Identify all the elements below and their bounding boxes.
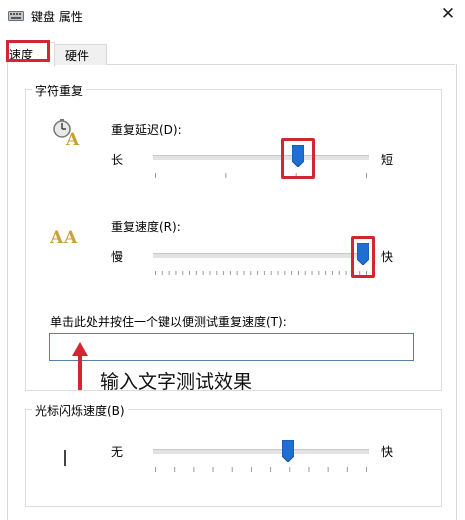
repeat-rate-label: 重复速度(R): bbox=[111, 220, 181, 234]
character-repeat-title: 字符重复 bbox=[32, 82, 87, 99]
repeat-delay-thumb-highlight bbox=[280, 138, 315, 179]
svg-text:A: A bbox=[50, 228, 64, 247]
repeat-delay-slider-track[interactable] bbox=[153, 155, 369, 160]
cursor-blink-max-label: 快 bbox=[381, 445, 394, 459]
arrow-up-icon bbox=[72, 342, 88, 390]
repeat-delay-max-label: 短 bbox=[381, 153, 394, 167]
close-icon[interactable]: ✕ bbox=[438, 4, 458, 24]
repeat-rate-slider-track[interactable] bbox=[153, 253, 369, 258]
repeat-test-label: 单击此处并按住一个键以便测试重复速度(T): bbox=[50, 315, 287, 329]
repeat-test-input[interactable] bbox=[49, 333, 414, 361]
repeat-delay-icon: A bbox=[52, 117, 82, 150]
repeat-delay-label: 重复延迟(D): bbox=[111, 123, 182, 137]
cursor-blink-min-label: 无 bbox=[111, 445, 124, 459]
repeat-rate-tick-marks bbox=[155, 266, 367, 275]
repeat-delay-tick-marks bbox=[155, 168, 367, 178]
svg-text:A: A bbox=[65, 130, 80, 149]
cursor-blink-tick-marks bbox=[155, 462, 367, 472]
cursor-blink-title: 光标闪烁速度(B) bbox=[32, 402, 128, 419]
tab-speed-highlight bbox=[6, 40, 50, 62]
cursor-blink-slider-track[interactable] bbox=[153, 449, 369, 454]
repeat-rate-icon: A A bbox=[49, 225, 84, 248]
repeat-delay-min-label: 长 bbox=[111, 153, 124, 167]
repeat-rate-min-label: 慢 bbox=[111, 250, 124, 264]
cursor-sample bbox=[64, 450, 66, 466]
repeat-rate-thumb-highlight bbox=[351, 236, 375, 278]
cursor-blink-slider-thumb[interactable] bbox=[281, 440, 294, 462]
repeat-rate-max-label: 快 bbox=[381, 250, 394, 264]
cursor-blink-group bbox=[25, 409, 442, 507]
tab-hardware-label: 硬件 bbox=[65, 49, 90, 63]
svg-text:A: A bbox=[63, 228, 78, 247]
window-title: 键盘 属性 bbox=[31, 10, 83, 24]
annotation-text: 输入文字测试效果 bbox=[100, 371, 253, 393]
keyboard-icon bbox=[8, 10, 24, 21]
